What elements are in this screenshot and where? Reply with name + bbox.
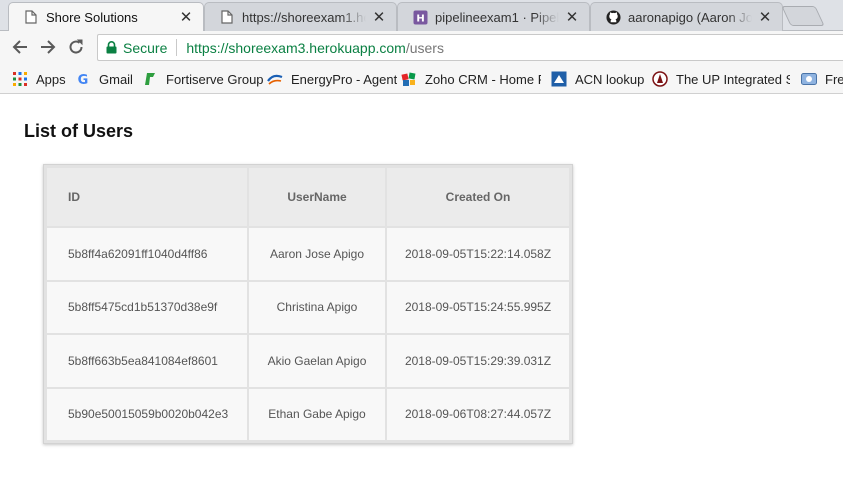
bookmark-zoho[interactable]: Zoho CRM - Home Page <box>401 70 541 88</box>
bookmarks-bar: Apps G Gmail Fortiserve Group EnergyPro … <box>0 64 843 94</box>
address-bar[interactable]: Secure https://shoreexam3.herokuapp.com /… <box>97 34 843 61</box>
bookmark-energypro[interactable]: EnergyPro - Agent <box>267 70 397 88</box>
heroku-icon: H <box>412 9 428 25</box>
github-icon <box>605 9 621 25</box>
close-icon[interactable]: ✕ <box>756 8 774 26</box>
fortiserve-icon <box>142 71 158 87</box>
svg-text:G: G <box>78 73 89 86</box>
svg-text:H: H <box>416 13 424 24</box>
tab-shore-solutions[interactable]: Shore Solutions ✕ <box>8 2 204 31</box>
bookmark-label: Free <box>825 71 843 87</box>
reload-icon <box>69 39 83 54</box>
tab-strip: Shore Solutions ✕ https://shoreexam1.her… <box>0 0 843 31</box>
url-path: /users <box>405 39 444 56</box>
users-table: ID UserName Created On 5b8ff4a62091ff104… <box>45 166 571 442</box>
users-table-container: ID UserName Created On 5b8ff4a62091ff104… <box>43 164 573 444</box>
table-row: 5b90e50015059b0020b042e3 Ethan Gabe Apig… <box>47 388 569 440</box>
free-icon <box>801 71 817 87</box>
bookmark-acn-lookup[interactable]: ACN lookup <box>551 70 644 88</box>
tab-github[interactable]: aaronapigo (Aaron Jose Apigo) ✕ <box>590 2 783 31</box>
zoho-icon <box>401 71 417 87</box>
cell-user-id: 5b8ff663b5ea841084ef8601 <box>47 335 247 387</box>
cell-created-on: 2018-09-05T15:24:55.995Z <box>387 281 569 333</box>
back-arrow-icon <box>12 40 27 54</box>
cell-created-on: 2018-09-05T15:22:14.058Z <box>387 228 569 280</box>
forward-button[interactable] <box>37 36 59 58</box>
tab-title: https://shoreexam1.herokuapp.com <box>242 9 366 25</box>
tab-shoreexam1[interactable]: https://shoreexam1.herokuapp.com ✕ <box>204 2 397 31</box>
cell-user-id: 5b8ff5475cd1b51370d38e9f <box>47 281 247 333</box>
bookmark-gmail[interactable]: G Gmail <box>75 70 133 88</box>
table-row: 5b8ff5475cd1b51370d38e9f Christina Apigo… <box>47 281 569 333</box>
table-header-row: ID UserName Created On <box>47 168 569 226</box>
close-icon[interactable]: ✕ <box>370 8 388 26</box>
forward-arrow-icon <box>41 40 56 54</box>
bookmark-fortiserve[interactable]: Fortiserve Group <box>142 70 264 88</box>
close-icon[interactable]: ✕ <box>177 8 195 26</box>
bookmark-label: The UP Integrated School <box>676 71 790 87</box>
bookmark-label: ACN lookup <box>575 71 645 87</box>
bookmark-up-integrated-school[interactable]: The UP Integrated School <box>652 70 790 88</box>
tab-title: Shore Solutions <box>46 9 138 25</box>
tab-pipelineexam1[interactable]: H pipelineexam1 · Pipeline | Heroku ✕ <box>397 2 590 31</box>
bookmark-label: Zoho CRM - Home Page <box>425 71 541 87</box>
cell-username: Akio Gaelan Apigo <box>249 335 385 387</box>
page-title: List of Users <box>24 121 134 141</box>
table-row: 5b8ff663b5ea841084ef8601 Akio Gaelan Api… <box>47 335 569 387</box>
new-tab-button[interactable] <box>781 6 825 26</box>
bookmark-label: Fortiserve Group <box>166 71 264 87</box>
bookmark-apps[interactable]: Apps <box>12 70 66 88</box>
tab-title: aaronapigo (Aaron Jose Apigo) <box>628 9 752 25</box>
bookmark-label: EnergyPro - Agent <box>291 71 398 87</box>
acn-icon <box>551 71 567 87</box>
address-divider <box>176 39 178 56</box>
column-header-id[interactable]: ID <box>47 168 247 226</box>
lock-icon <box>104 40 118 56</box>
cell-username: Christina Apigo <box>249 281 385 333</box>
up-icon <box>652 71 668 87</box>
bookmark-label: Apps <box>36 71 66 87</box>
apps-grid-icon <box>12 71 28 87</box>
secure-label: Secure <box>123 39 168 56</box>
browser-toolbar: Secure https://shoreexam3.herokuapp.com /… <box>0 31 843 64</box>
table-row: 5b8ff4a62091ff1040d4ff86 Aaron Jose Apig… <box>47 228 569 280</box>
back-button[interactable] <box>9 36 31 58</box>
close-icon[interactable]: ✕ <box>563 8 581 26</box>
column-header-created-on[interactable]: Created On <box>387 168 569 226</box>
google-icon: G <box>75 71 91 87</box>
cell-user-id: 5b90e50015059b0020b042e3 <box>47 388 247 440</box>
cell-created-on: 2018-09-05T15:29:39.031Z <box>387 335 569 387</box>
reload-button[interactable] <box>65 36 87 58</box>
cell-user-id: 5b8ff4a62091ff1040d4ff86 <box>47 228 247 280</box>
energypro-icon <box>267 71 283 87</box>
url-host: https://shoreexam3.herokuapp.com <box>186 39 406 56</box>
tab-title: pipelineexam1 · Pipeline | Heroku <box>435 9 559 25</box>
bookmark-free[interactable]: Free <box>801 70 843 88</box>
cell-username: Aaron Jose Apigo <box>249 228 385 280</box>
column-header-username[interactable]: UserName <box>249 168 385 226</box>
page-icon <box>219 9 235 25</box>
cell-username: Ethan Gabe Apigo <box>249 388 385 440</box>
cell-created-on: 2018-09-06T08:27:44.057Z <box>387 388 569 440</box>
page-icon <box>23 9 39 25</box>
bookmark-label: Gmail <box>99 71 133 87</box>
